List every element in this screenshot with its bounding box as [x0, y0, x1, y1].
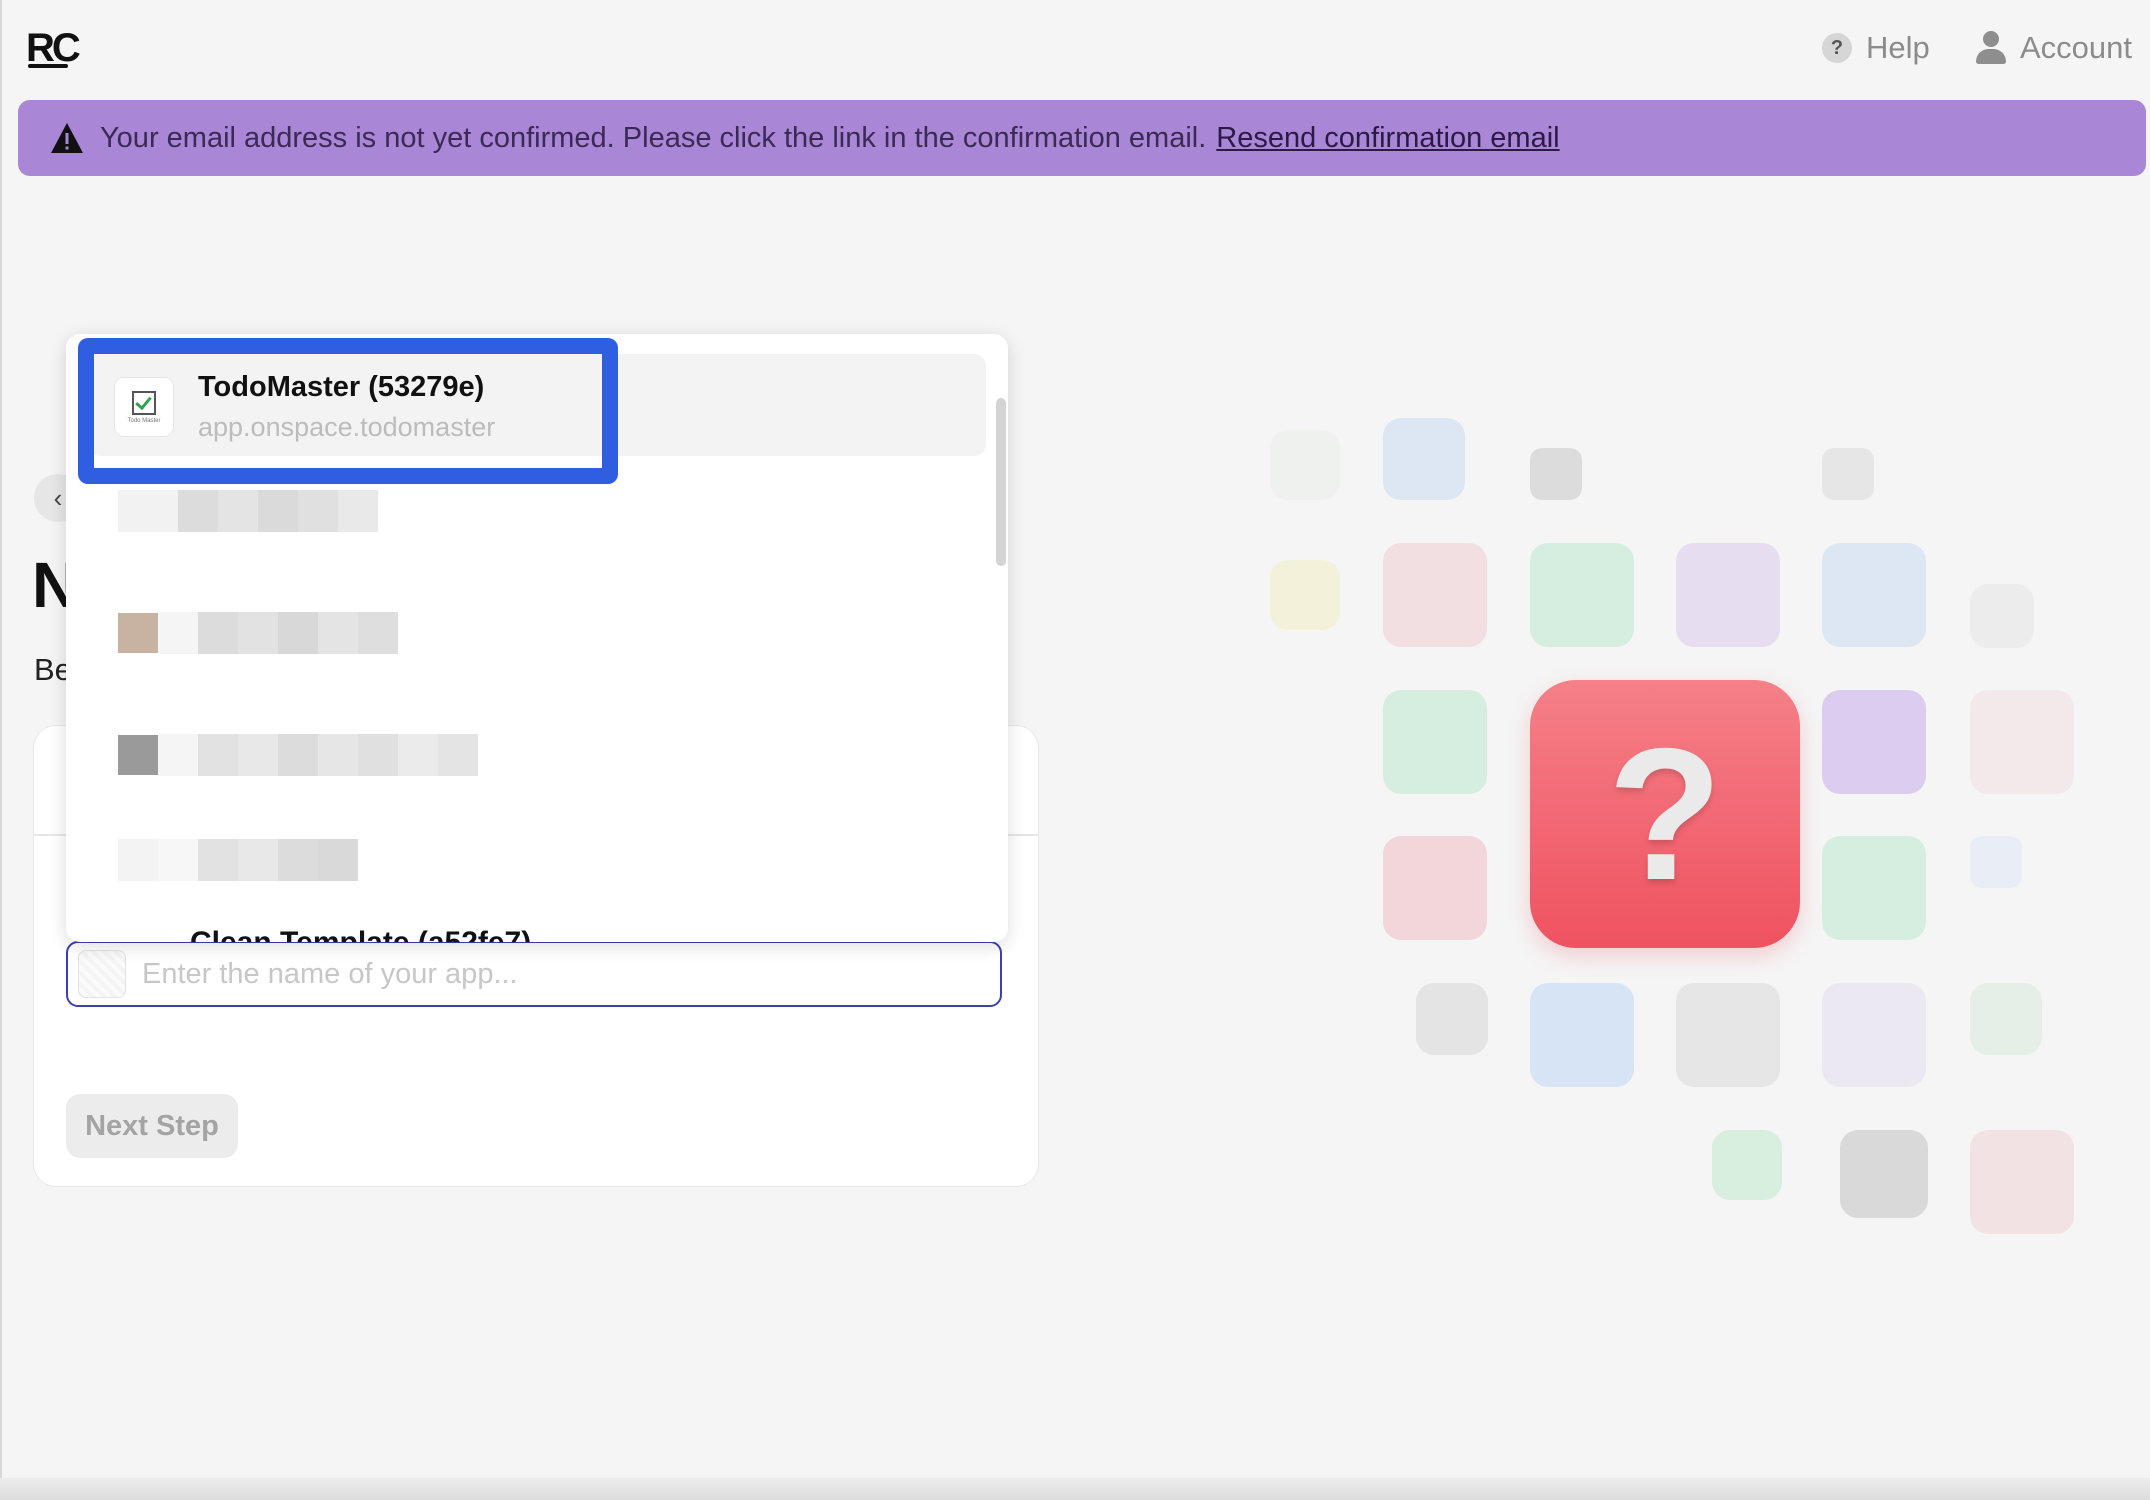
help-icon: ?	[1822, 33, 1852, 63]
help-link[interactable]: ? Help	[1822, 30, 1930, 66]
app-placeholder-icon	[78, 950, 126, 998]
logo[interactable]: RC	[26, 28, 81, 68]
question-mark-icon: ?	[1530, 680, 1800, 948]
help-label: Help	[1866, 30, 1930, 65]
dropdown-scrollbar[interactable]	[996, 398, 1006, 566]
user-icon	[1976, 31, 2006, 65]
bottom-bar	[0, 1478, 2150, 1500]
obscured-option[interactable]	[118, 839, 358, 881]
resend-confirmation-link[interactable]: Resend confirmation email	[1216, 122, 1559, 155]
chevron-left-icon: ‹	[53, 482, 63, 513]
obscured-option[interactable]	[118, 490, 378, 532]
obscured-option[interactable]	[118, 734, 478, 776]
logo-underline	[28, 64, 68, 68]
app-name-field[interactable]	[66, 941, 1002, 1007]
window-edge	[0, 0, 2, 1500]
next-step-button[interactable]: Next Step	[66, 1094, 238, 1158]
app-select-dropdown[interactable]: Todo Master TodoMaster (53279e) app.onsp…	[66, 334, 1008, 942]
option-clean-template-partial[interactable]: Clean Template (a52fe7)	[190, 926, 531, 942]
warning-icon	[50, 122, 84, 154]
banner-message: Your email address is not yet confirmed.…	[100, 121, 1207, 154]
email-confirmation-banner: Your email address is not yet confirmed.…	[18, 100, 2146, 176]
app-name-input[interactable]	[140, 956, 944, 992]
obscured-option[interactable]	[118, 612, 398, 654]
account-link[interactable]: Account	[1976, 30, 2132, 66]
selection-highlight-box	[78, 338, 618, 484]
account-label: Account	[2020, 30, 2133, 65]
